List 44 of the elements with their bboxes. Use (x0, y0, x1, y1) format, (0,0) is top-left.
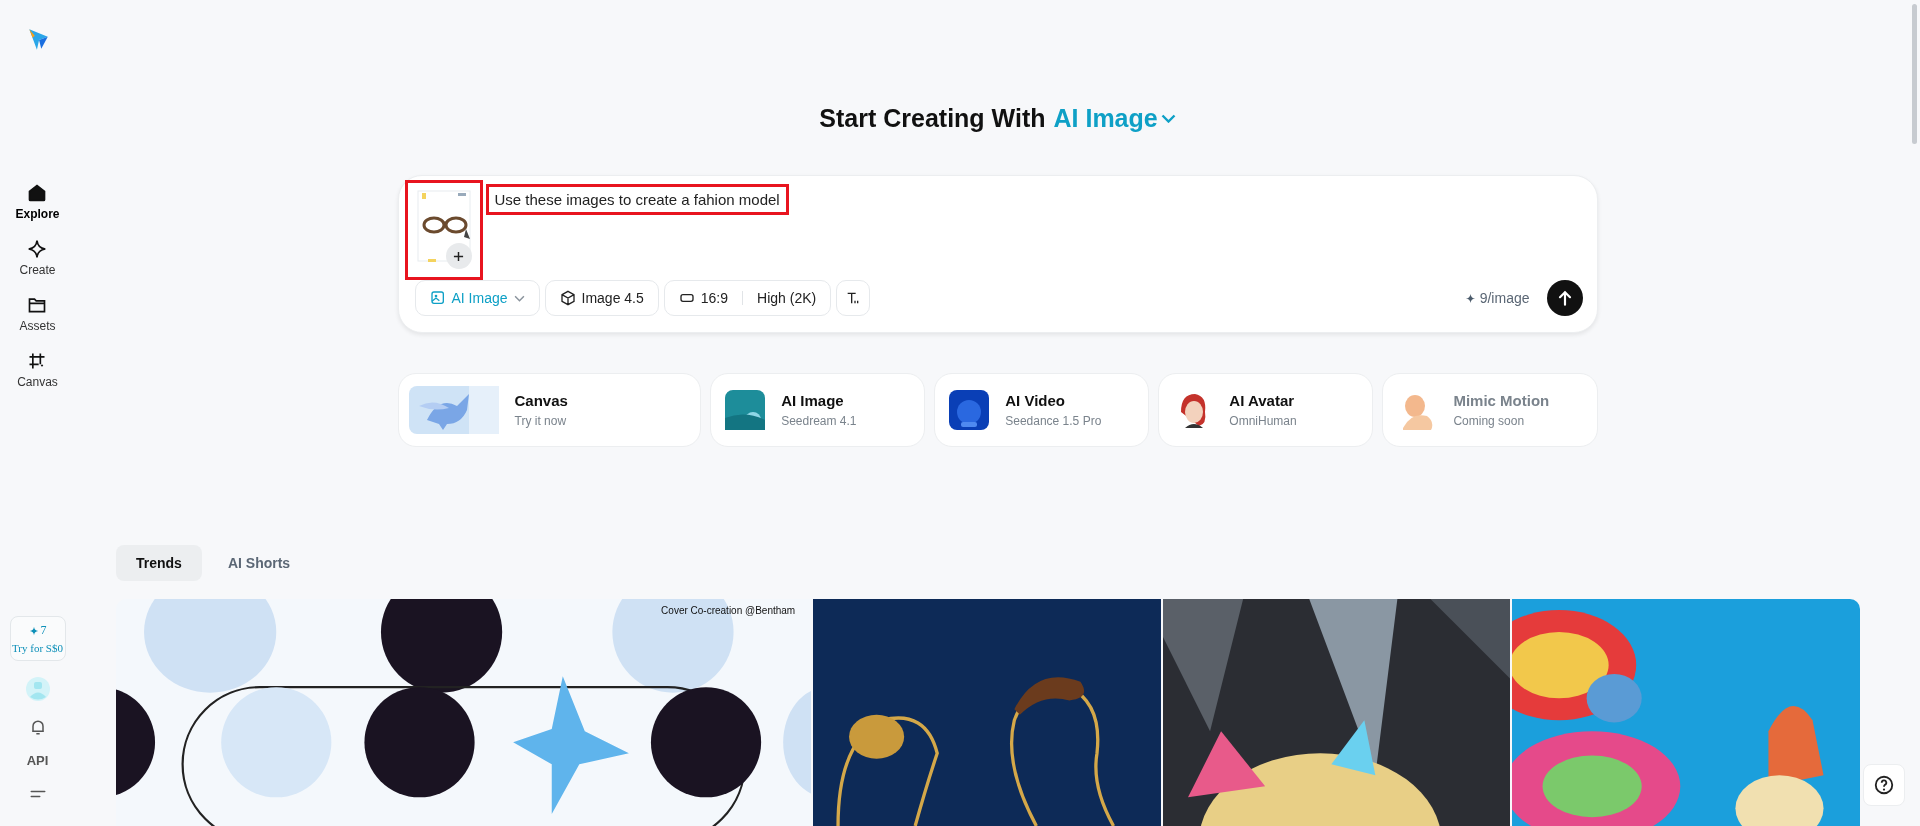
feature-card[interactable]: AI Avatar OmniHuman (1158, 373, 1374, 447)
card-title: AI Video (1005, 392, 1066, 409)
size-select[interactable]: 16:9 High (2K) (663, 280, 832, 316)
card-title: AI Avatar (1229, 392, 1296, 409)
card-title: Mimic Motion (1453, 392, 1550, 409)
model-select[interactable]: Image 4.5 (544, 280, 659, 316)
feature-card[interactable]: AI Video Seedance 1.5 Pro (934, 373, 1150, 447)
cost-label: 9/image (1464, 290, 1530, 306)
send-button[interactable] (1546, 280, 1583, 316)
tab[interactable]: AI Shorts (207, 545, 311, 581)
crop-icon (27, 351, 48, 371)
chevron-down-icon (513, 294, 525, 302)
nav-item[interactable]: Create (19, 239, 56, 277)
home-icon (27, 183, 48, 203)
page-title: Start Creating With (819, 104, 1046, 133)
card-title: AI Image (781, 392, 845, 409)
card-subtitle: Try it now (514, 414, 568, 428)
card-subtitle: OmniHuman (1229, 414, 1297, 428)
image-caption: Cover Co-creation @Bentham (661, 605, 796, 616)
help-button[interactable] (1863, 764, 1905, 806)
plus-icon (453, 250, 464, 262)
card-subtitle: Seedream 4.1 (781, 414, 857, 428)
tab[interactable]: Trends (116, 545, 202, 581)
feature-card[interactable]: Canvas Try it now (397, 373, 702, 447)
chevron-down-icon (1160, 114, 1176, 123)
card-subtitle: Seedance 1.5 Pro (1005, 414, 1102, 428)
sparkle-icon (1464, 292, 1476, 304)
folder-icon (27, 295, 48, 315)
image-attachment[interactable] (404, 180, 483, 280)
feature-card[interactable]: AI Image Seedream 4.1 (710, 373, 926, 447)
card-title: Canvas (514, 392, 568, 409)
image-icon (429, 290, 446, 306)
credits-offer: Try for S$0 (12, 642, 63, 654)
nav-item[interactable]: Explore (15, 183, 60, 221)
nav-item[interactable]: Canvas (17, 351, 58, 389)
cube-icon (559, 290, 576, 306)
credit-count: 7 (28, 623, 47, 638)
sparkle-icon (27, 239, 48, 259)
prompt-input[interactable]: Use these images to create a fahion model (485, 184, 789, 215)
question-icon (1873, 774, 1895, 796)
card-subtitle: Coming soon (1453, 414, 1526, 428)
credits-button[interactable]: 7 Try for S$0 (9, 616, 66, 661)
api-link[interactable]: API (26, 753, 49, 768)
nav-item[interactable]: Assets (19, 295, 56, 333)
